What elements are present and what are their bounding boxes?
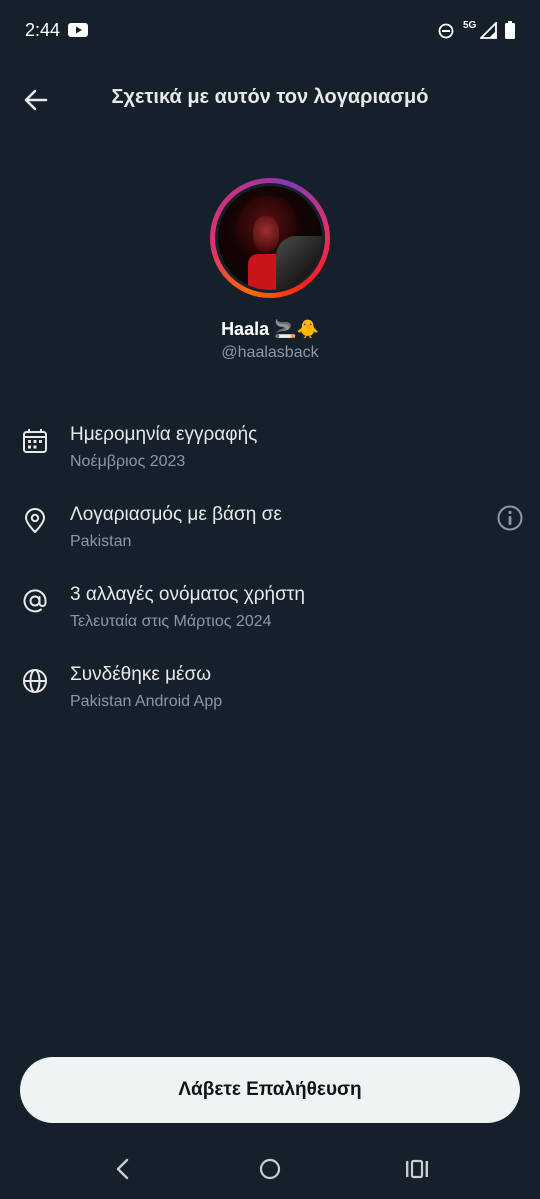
info-row-location: Λογαριασμός με βάση σε Pakistan xyxy=(0,504,540,568)
info-row-join-date: Ημερομηνία εγγραφής Νοέμβριος 2023 xyxy=(0,424,540,488)
info-row-title: 3 αλλαγές ονόματος χρήστη xyxy=(70,584,305,605)
get-verified-button[interactable]: Λάβετε Επαλήθευση xyxy=(20,1057,520,1123)
info-circle-icon[interactable] xyxy=(496,504,524,532)
globe-icon xyxy=(23,669,47,693)
info-row-subtitle: Τελευταία στις Μάρτιος 2024 xyxy=(70,613,272,630)
info-row-title: Συνδέθηκε μέσω xyxy=(70,664,212,685)
info-row-subtitle: Νοέμβριος 2023 xyxy=(70,453,186,470)
system-navigation-bar xyxy=(0,1140,540,1199)
network-type: 5G xyxy=(463,20,477,31)
battery-icon xyxy=(505,21,515,39)
avatar[interactable] xyxy=(215,183,325,293)
nav-home-icon[interactable] xyxy=(258,1157,282,1181)
status-bar: 2:44 5G xyxy=(0,0,540,62)
youtube-notification-icon xyxy=(68,23,88,37)
info-row-title: Ημερομηνία εγγραφής xyxy=(70,424,258,445)
at-sign-icon xyxy=(23,589,47,613)
display-name: Haala 🚬🐥 xyxy=(221,319,319,339)
signal-icon xyxy=(480,22,497,39)
username-handle: @haalasback xyxy=(221,344,319,361)
location-pin-icon xyxy=(25,508,45,533)
info-row-username-changes: 3 αλλαγές ονόματος χρήστη Τελευταία στις… xyxy=(0,584,540,648)
info-row-connected-via: Συνδέθηκε μέσω Pakistan Android App xyxy=(0,664,540,728)
avatar-story-ring[interactable] xyxy=(210,178,330,298)
nav-recents-icon[interactable] xyxy=(404,1159,430,1179)
info-row-subtitle: Pakistan Android App xyxy=(70,693,223,710)
nav-back-icon[interactable] xyxy=(112,1157,134,1181)
info-row-subtitle: Pakistan xyxy=(70,533,132,550)
info-row-title: Λογαριασμός με βάση σε xyxy=(70,504,282,525)
do-not-disturb-icon xyxy=(438,23,454,39)
calendar-icon xyxy=(23,429,47,453)
status-time: 2:44 xyxy=(25,20,61,40)
page-title: Σχετικά με αυτόν τον λογαριασμό xyxy=(111,86,429,108)
